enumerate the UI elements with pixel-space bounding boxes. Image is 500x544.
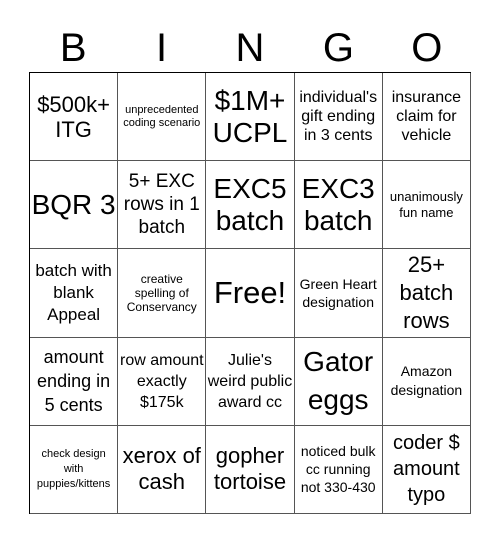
bingo-cell-n1[interactable]: $1M+ UCPL: [206, 73, 295, 162]
cell-text: row amount exactly $175k: [119, 351, 204, 411]
bingo-cell-i2[interactable]: 5+ EXC rows in 1 batch: [118, 161, 207, 250]
bingo-cell-b4[interactable]: amount ending in 5 cents: [30, 337, 119, 426]
cell-text: unanimously fun name: [389, 188, 463, 220]
cell-text: coder $ amount typo: [393, 432, 460, 507]
cell-text: amount ending in 5 cents: [37, 347, 111, 416]
cell-text: 25+ batch rows: [399, 251, 454, 333]
header-letter-o: O: [411, 26, 443, 70]
header-letter-g: G: [322, 26, 354, 70]
cell-text: EXC5 batch: [213, 172, 287, 236]
cell-text: Gator eggs: [303, 346, 374, 416]
cell-text: EXC3 batch: [301, 172, 375, 236]
bingo-cell-i1[interactable]: unprecedented coding scenario: [118, 73, 207, 162]
cell-text: 5+ EXC rows in 1 batch: [123, 171, 200, 239]
bingo-cell-n5[interactable]: gopher tortoise: [206, 425, 295, 514]
bingo-cell-g1[interactable]: individual's gift ending in 3 cents: [294, 73, 383, 162]
cell-text: BQR 3: [31, 188, 116, 220]
bingo-cell-g5[interactable]: noticed bulk cc running not 330-430: [294, 425, 383, 514]
bingo-cell-g3[interactable]: Green Heart designation: [294, 249, 383, 338]
cell-text: Julie's weird public award cc: [207, 351, 293, 411]
cell-text: Green Heart designation: [299, 275, 377, 310]
cell-text: xerox of cash: [122, 443, 201, 495]
bingo-cell-o1[interactable]: insurance claim for vehicle: [382, 73, 471, 162]
bingo-cell-n4[interactable]: Julie's weird public award cc: [206, 337, 295, 426]
bingo-cell-b3[interactable]: batch with blank Appeal: [30, 249, 119, 338]
bingo-cell-i3[interactable]: creative spelling of Conservancy: [118, 249, 207, 338]
cell-text: gopher tortoise: [213, 443, 287, 495]
cell-text: Free!: [213, 274, 287, 310]
cell-text: batch with blank Appeal: [35, 260, 112, 324]
header-letter-i: I: [156, 26, 168, 70]
cell-text: Amazon designation: [390, 363, 463, 399]
bingo-cell-n2[interactable]: EXC5 batch: [206, 161, 295, 250]
cell-text: check design with puppies/kittens: [36, 447, 111, 490]
bingo-cell-b2[interactable]: BQR 3: [30, 161, 119, 250]
bingo-cell-i5[interactable]: xerox of cash: [118, 425, 207, 514]
header-letter-n: N: [235, 26, 265, 70]
bingo-header: B I N G O: [29, 24, 471, 72]
cell-text: individual's gift ending in 3 cents: [299, 89, 378, 145]
bingo-cell-o3[interactable]: 25+ batch rows: [382, 249, 471, 338]
cell-text: creative spelling of Conservancy: [126, 271, 197, 314]
bingo-cell-g2[interactable]: EXC3 batch: [294, 161, 383, 250]
cell-text: unprecedented coding scenario: [123, 103, 201, 129]
cell-text: noticed bulk cc running not 330-430: [300, 443, 376, 496]
cell-text: $500k+ ITG: [37, 91, 110, 142]
bingo-cell-b1[interactable]: $500k+ ITG: [30, 73, 119, 162]
bingo-cell-b5[interactable]: check design with puppies/kittens: [30, 425, 119, 514]
bingo-cell-o2[interactable]: unanimously fun name: [382, 161, 471, 250]
cell-text: $1M+ UCPL: [212, 84, 288, 148]
header-letter-b: B: [59, 26, 87, 70]
bingo-cell-g4[interactable]: Gator eggs: [294, 337, 383, 426]
bingo-cell-i4[interactable]: row amount exactly $175k: [118, 337, 207, 426]
bingo-cell-free[interactable]: Free!: [206, 249, 295, 338]
bingo-cell-o4[interactable]: Amazon designation: [382, 337, 471, 426]
cell-text: insurance claim for vehicle: [391, 89, 462, 145]
bingo-cell-o5[interactable]: coder $ amount typo: [382, 425, 471, 514]
bingo-board: $500k+ ITG unprecedented coding scenario…: [29, 72, 471, 514]
